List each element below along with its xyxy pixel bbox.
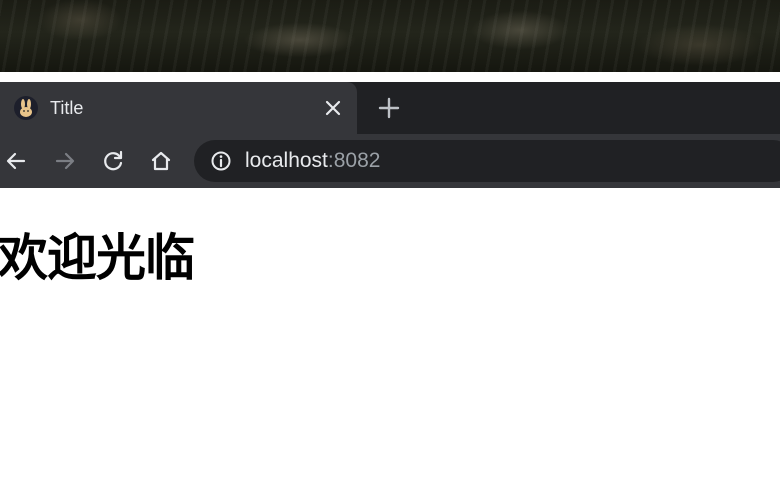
arrow-left-icon[interactable] <box>3 148 29 174</box>
url-text[interactable]: localhost:8082 <box>245 150 380 172</box>
plus-icon[interactable] <box>376 95 402 121</box>
window-gap <box>0 72 780 82</box>
tab-title: Title <box>50 98 84 118</box>
url-port: :8082 <box>327 149 381 172</box>
info-icon[interactable] <box>210 150 232 172</box>
page-heading: 欢迎光临 <box>0 229 195 287</box>
address-bar[interactable]: localhost:8082 <box>194 140 780 182</box>
home-icon[interactable] <box>148 148 174 174</box>
browser-toolbar: localhost:8082 <box>0 134 780 188</box>
url-host: localhost <box>245 149 328 172</box>
reload-icon[interactable] <box>100 148 126 174</box>
tab-active[interactable]: Title <box>0 82 357 134</box>
bunny-favicon-icon <box>14 96 38 120</box>
page-content: 欢迎光临 <box>0 188 780 492</box>
tab-strip: Title <box>0 82 780 134</box>
desktop-wallpaper <box>0 0 780 72</box>
close-icon[interactable] <box>322 97 344 119</box>
arrow-right-icon[interactable] <box>52 148 78 174</box>
